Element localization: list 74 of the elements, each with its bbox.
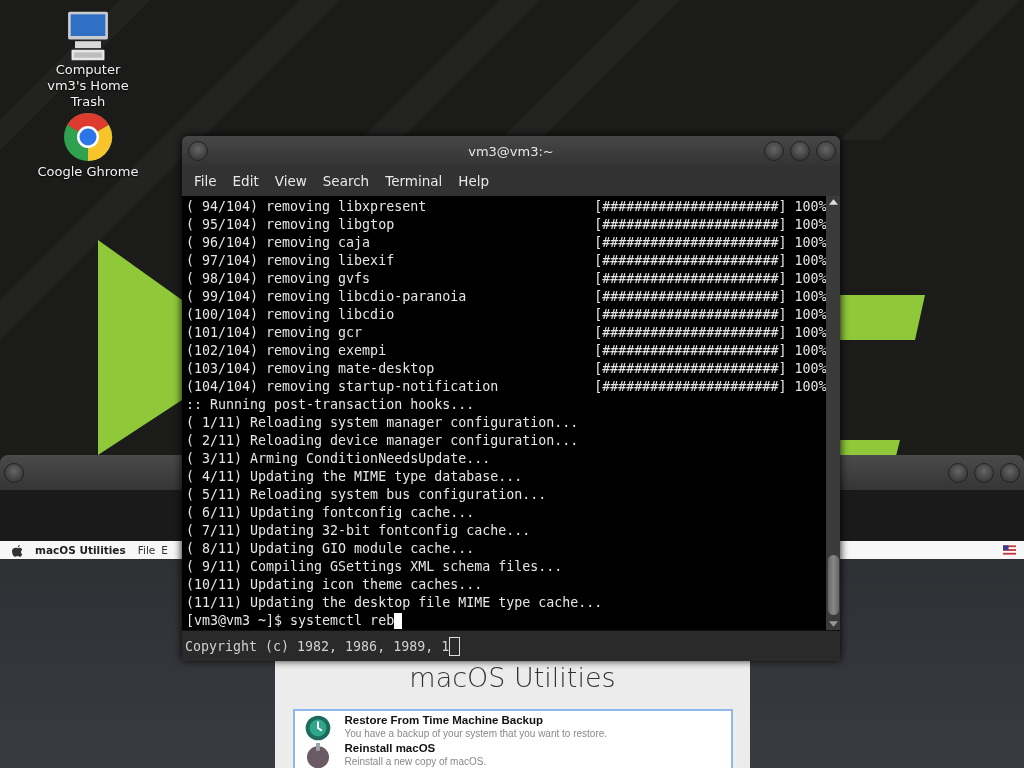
console-line: Copyright (c) 1982, 1986, 1989, 1: [185, 638, 450, 654]
option-title[interactable]: Reinstall macOS: [344, 741, 487, 755]
minimize-button[interactable]: [948, 462, 968, 483]
text-cursor: [394, 613, 403, 629]
progress-text: [######################] 100%: [594, 270, 826, 288]
maximize-button[interactable]: [790, 141, 810, 161]
menu-item[interactable]: E: [161, 544, 168, 556]
menu-item[interactable]: View: [266, 170, 315, 192]
installer-icon: [304, 743, 331, 768]
terminal-line: ( 5/11) Reloading system bus configuration...: [186, 486, 547, 504]
terminal-line: ( 2/11) Reloading device manager configuration...: [186, 432, 579, 450]
menu-item[interactable]: Terminal: [377, 170, 451, 192]
progress-text: [######################] 100%: [594, 288, 826, 306]
progress-text: [######################] 100%: [594, 252, 826, 270]
window-menu-button[interactable]: [188, 141, 208, 161]
terminal-line: (100/104) removing libcdio: [186, 306, 396, 324]
terminal-line: ( 94/104) removing libxpresent: [186, 198, 428, 216]
option-description: You have a backup of your system that you want to restore.: [344, 727, 608, 740]
menu-item[interactable]: Edit: [224, 170, 267, 192]
progress-text: [######################] 100%: [594, 216, 826, 234]
browser-icon[interactable]: [63, 112, 113, 162]
terminal-line: ( 1/11) Reloading system manager configuration...: [186, 414, 579, 432]
option-description: Reinstall a new copy of macOS.: [344, 755, 487, 768]
menu-item[interactable]: File: [186, 170, 225, 192]
scroll-up-icon[interactable]: [828, 199, 838, 205]
scrollbar[interactable]: [826, 196, 840, 630]
maximize-button[interactable]: [974, 462, 994, 483]
menu-item[interactable]: Search: [314, 170, 378, 192]
clock-icon: [304, 715, 331, 741]
flag-icon[interactable]: [1003, 545, 1016, 555]
terminal-line: :: Running post-transaction hooks...: [186, 396, 475, 414]
progress-text: [######################] 100%: [594, 342, 826, 360]
terminal-line: (101/104) removing gcr: [186, 324, 364, 342]
terminal-line: ( 8/11) Updating GIO module cache...: [186, 540, 475, 558]
text-cursor: [449, 636, 461, 656]
progress-text: [######################] 100%: [594, 234, 826, 252]
close-button[interactable]: [1000, 462, 1020, 483]
menu-item[interactable]: Help: [450, 170, 498, 192]
window-title: vm3@vm3:~: [468, 143, 554, 159]
desktop-icon-label[interactable]: Coogle Ghrome: [37, 164, 139, 180]
progress-text: [######################] 100%: [594, 306, 826, 324]
terminal-line: (104/104) removing startup-notification: [186, 378, 500, 396]
command-prompt[interactable]: [vm3@vm3 ~]$ systemctl reb: [186, 612, 395, 630]
menu-item[interactable]: File: [137, 544, 156, 556]
terminal-line: ( 99/104) removing libcdio-paranoia: [186, 288, 468, 306]
terminal-line: ( 96/104) removing caja: [186, 234, 372, 252]
terminal-line: ( 97/104) removing libexif: [186, 252, 396, 270]
progress-text: [######################] 100%: [594, 198, 826, 216]
desktop-icon-label[interactable]: vm3's Home: [47, 78, 129, 94]
terminal-line: (102/104) removing exempi: [186, 342, 388, 360]
scroll-down-icon[interactable]: [828, 621, 838, 627]
terminal-line: ( 7/11) Updating 32-bit fontconfig cache...: [186, 522, 531, 540]
option-title[interactable]: Restore From Time Machine Backup: [344, 713, 608, 727]
menu-item[interactable]: macOS Utilities: [35, 544, 126, 556]
terminal-line: ( 4/11) Updating the MIME type database...: [186, 468, 523, 486]
progress-text: [######################] 100%: [594, 360, 826, 378]
progress-text: [######################] 100%: [594, 324, 826, 342]
terminal-line: ( 98/104) removing gvfs: [186, 270, 372, 288]
terminal-line: (10/11) Updating icon theme caches...: [186, 576, 483, 594]
terminal-line: ( 95/104) removing libgtop: [186, 216, 396, 234]
apple-icon[interactable]: [12, 543, 23, 557]
terminal-line: ( 3/11) Arming ConditionNeedsUpdate...: [186, 450, 491, 468]
window-title: macOS Utilities: [409, 661, 616, 695]
terminal-line: (103/104) removing mate-desktop: [186, 360, 436, 378]
close-button[interactable]: [816, 141, 836, 161]
window-button[interactable]: [4, 462, 24, 483]
terminal-line: (11/11) Updating the desktop file MIME type cache...: [186, 594, 603, 612]
terminal-line: ( 6/11) Updating fontconfig cache...: [186, 504, 475, 522]
terminal-line: ( 9/11) Compiling GSettings XML schema files...: [186, 558, 563, 576]
desktop-icon-label[interactable]: Trash: [70, 94, 106, 110]
scrollbar-thumb[interactable]: [827, 555, 839, 615]
progress-text: [######################] 100%: [594, 378, 826, 396]
minimize-button[interactable]: [764, 141, 784, 161]
desktop-icon-label[interactable]: Computer: [55, 62, 121, 78]
